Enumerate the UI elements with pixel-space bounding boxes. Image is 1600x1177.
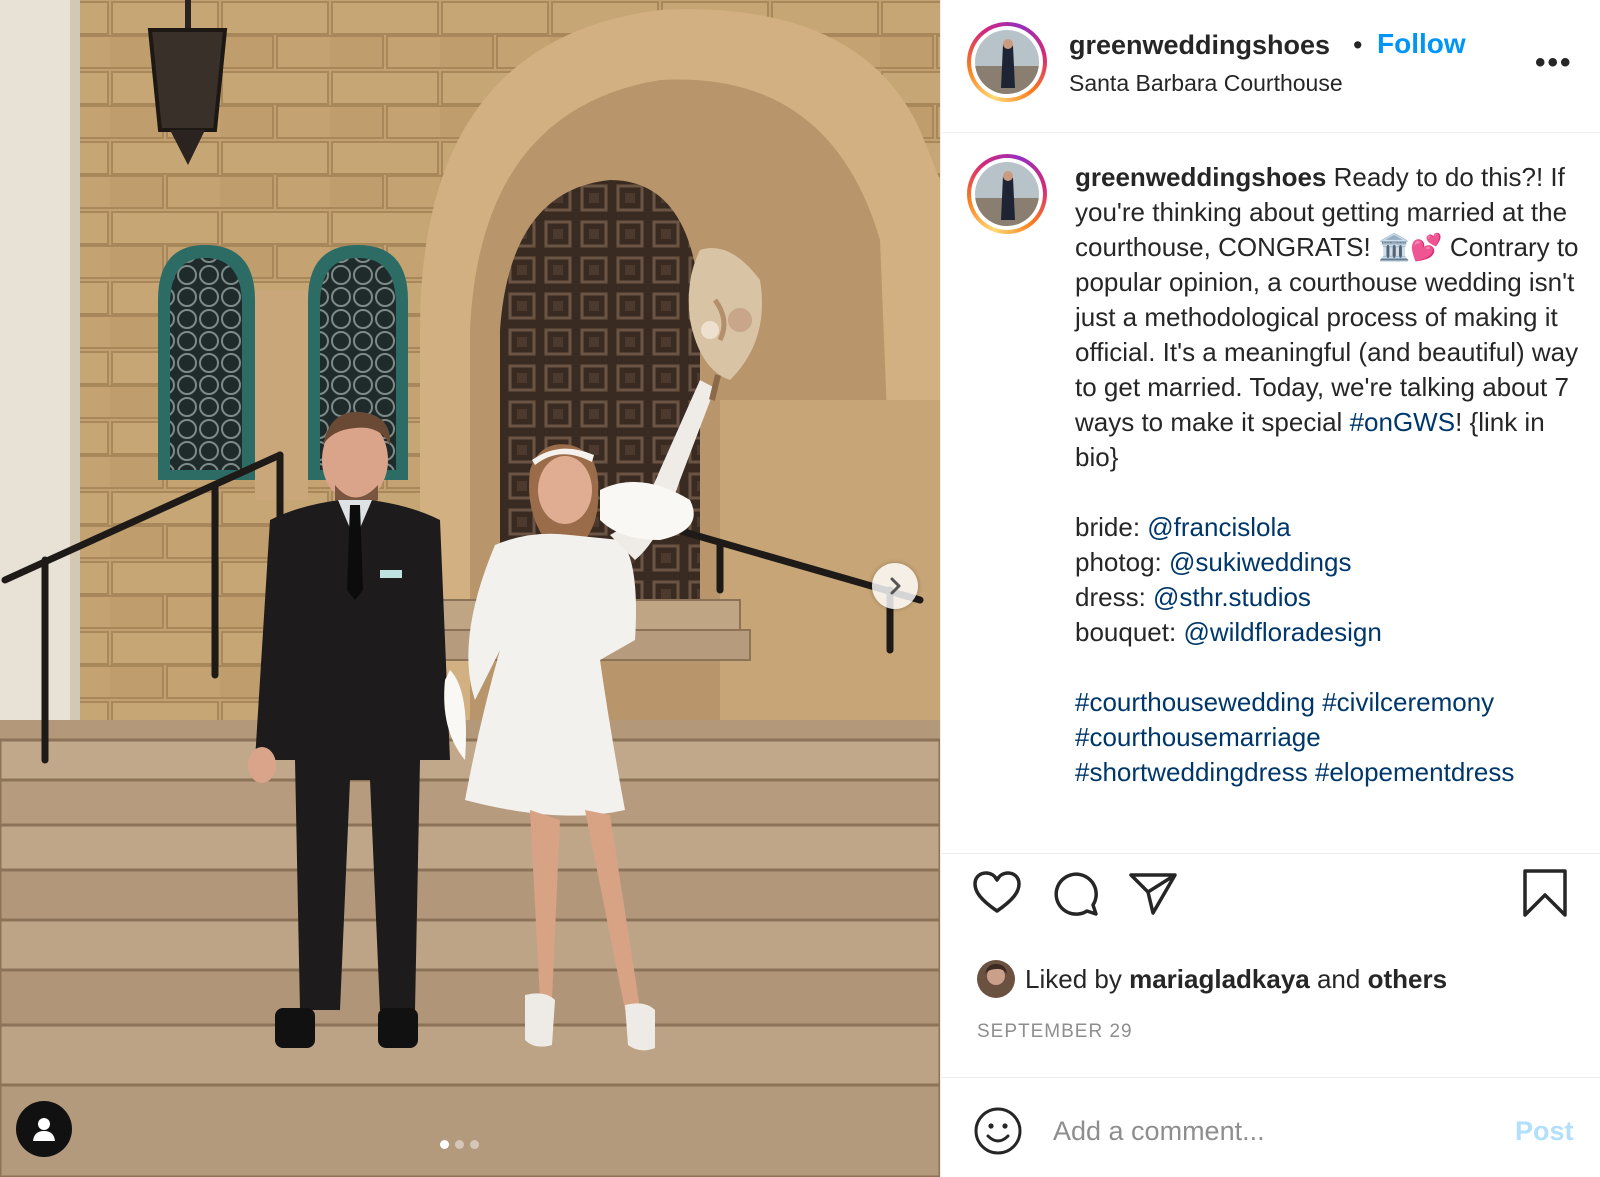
carousel-dot-1 <box>440 1140 449 1149</box>
carousel-indicator <box>440 1140 479 1149</box>
like-button[interactable] <box>971 867 1023 919</box>
hashtag-link[interactable]: #shortweddingdress <box>1075 757 1308 787</box>
caption-author-avatar[interactable] <box>967 154 1047 234</box>
comment-button[interactable] <box>1049 867 1101 919</box>
mention-link[interactable]: @francislola <box>1147 512 1290 542</box>
credit-label: photog: <box>1075 547 1169 577</box>
more-options-button[interactable]: ••• <box>1535 46 1573 80</box>
mention-link[interactable]: @sukiweddings <box>1169 547 1351 577</box>
comment-input[interactable] <box>1053 1106 1473 1156</box>
separator-dot: • <box>1353 30 1363 60</box>
bookmark-icon <box>1523 869 1567 917</box>
hashtag-link[interactable]: #courthousewedding <box>1075 687 1315 717</box>
follow-button[interactable]: Follow <box>1377 28 1466 60</box>
likes-middle: and <box>1309 963 1368 994</box>
likes-summary: Liked by mariagladkaya and others <box>977 960 1447 998</box>
save-button[interactable] <box>1519 867 1571 919</box>
next-image-button[interactable] <box>872 563 918 609</box>
carousel-dot-2 <box>455 1140 464 1149</box>
liker-username[interactable]: mariagladkaya <box>1129 964 1310 995</box>
hashtag-link[interactable]: #onGWS <box>1350 407 1456 437</box>
emoji-picker-button[interactable] <box>973 1106 1023 1156</box>
mention-link[interactable]: @sthr.studios <box>1153 582 1311 612</box>
caption-text: greenweddingshoes Ready to do this?! If … <box>1075 160 1585 790</box>
action-bar <box>941 855 1600 935</box>
avatar-photo <box>975 162 1039 226</box>
chevron-right-icon <box>890 577 901 595</box>
caption-section: greenweddingshoes Ready to do this?! If … <box>941 134 1600 854</box>
carousel-dot-3 <box>470 1140 479 1149</box>
likes-others-link[interactable]: others <box>1368 964 1447 995</box>
paper-plane-icon <box>1129 873 1177 915</box>
avatar-photo <box>977 960 1015 998</box>
caption-body: Ready to do this?! If you're thinking ab… <box>1075 162 1586 437</box>
share-button[interactable] <box>1127 867 1179 919</box>
post-comment-button[interactable]: Post <box>1515 1116 1574 1147</box>
liker-avatar[interactable] <box>977 960 1015 998</box>
avatar-photo <box>975 30 1039 94</box>
hashtag-link[interactable]: #civilceremony <box>1322 687 1494 717</box>
post-header: greenweddingshoes • Follow Santa Barbara… <box>941 0 1600 133</box>
heart-icon <box>973 871 1021 913</box>
author-username[interactable]: greenweddingshoes <box>1069 30 1330 61</box>
credit-label: dress: <box>1075 582 1154 612</box>
caption-username[interactable]: greenweddingshoes <box>1075 162 1326 192</box>
smiley-icon <box>974 1107 1022 1155</box>
credit-label: bouquet: <box>1075 617 1184 647</box>
post-photo[interactable] <box>0 0 940 1177</box>
author-avatar[interactable] <box>967 22 1047 102</box>
comment-bubble-icon <box>1054 872 1098 916</box>
person-icon <box>33 1118 55 1141</box>
post-location[interactable]: Santa Barbara Courthouse <box>1069 70 1343 97</box>
wedding-photo-illustration <box>0 0 940 1177</box>
mention-link[interactable]: @wildfloradesign <box>1183 617 1381 647</box>
comment-composer: Post <box>941 1077 1600 1177</box>
credit-label: bride: <box>1075 512 1148 542</box>
tagged-users-button[interactable] <box>16 1101 72 1157</box>
hashtag-link[interactable]: #courthousemarriage <box>1075 722 1321 752</box>
likes-prefix: Liked by <box>1025 963 1130 994</box>
post-details-panel: greenweddingshoes • Follow Santa Barbara… <box>940 0 1600 1177</box>
hashtag-link[interactable]: #elopementdress <box>1315 757 1514 787</box>
post-date[interactable]: SEPTEMBER 29 <box>977 1021 1133 1043</box>
